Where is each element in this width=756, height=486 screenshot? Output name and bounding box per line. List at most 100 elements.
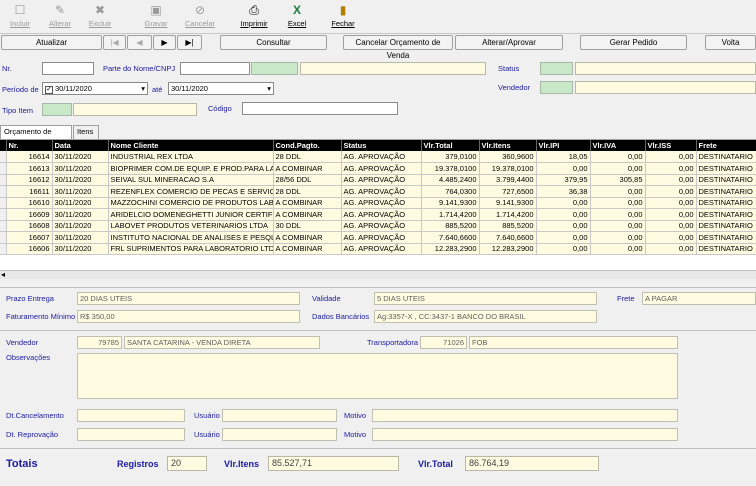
table-cell: 16606 bbox=[6, 243, 53, 255]
nav-prev-button[interactable]: ◀ bbox=[127, 35, 152, 50]
horizontal-scrollbar[interactable]: ◂ bbox=[0, 270, 756, 279]
alterar-button[interactable]: ✎ Alterar bbox=[40, 3, 80, 33]
parte-nome-input[interactable] bbox=[180, 62, 250, 75]
faturamento-field: R$ 350,00 bbox=[77, 310, 300, 323]
fechar-button[interactable]: ▮ Fechar bbox=[323, 3, 363, 33]
imprimir-button[interactable]: ⎙ Imprimir bbox=[234, 3, 274, 33]
faturamento-label: Faturamento Mínimo bbox=[6, 312, 76, 321]
column-header[interactable]: Frete bbox=[696, 140, 756, 151]
table-row[interactable]: 16610 30/11/2020 MAZZOCHINI COMERCIO DE PR… bbox=[0, 197, 756, 209]
vendedor-name-display: SANTA CATARINA - VENDA DIRETA bbox=[124, 336, 320, 349]
registros-value: 20 bbox=[167, 456, 207, 471]
table-row[interactable]: 16609 30/11/2020 ARIDELCIO DOMENEGHETTI JU… bbox=[0, 208, 756, 221]
column-header[interactable]: Status bbox=[341, 140, 422, 151]
column-header[interactable]: Data bbox=[52, 140, 109, 151]
table-cell: 0,00 bbox=[590, 197, 646, 209]
prazo-entrega-label: Prazo Entrega bbox=[6, 294, 54, 303]
table-cell: AG. APROVAÇÃO bbox=[341, 185, 422, 198]
cancelar-orcamento-button[interactable]: Cancelar Orçamento de Venda bbox=[343, 35, 453, 60]
table-cell: 305,85 bbox=[590, 174, 646, 186]
periodo-ate-picker[interactable]: 30/11/2020 ▾ bbox=[168, 82, 274, 95]
codigo-input[interactable] bbox=[242, 102, 398, 115]
excel-button[interactable]: X Excel bbox=[277, 3, 317, 33]
table-row[interactable]: 16607 30/11/2020 INSTITUTO NACIONAL DE ANA… bbox=[0, 231, 756, 244]
table-row[interactable]: 16613 30/11/2020 BIOPRIMER COM.DE EQUIP. E… bbox=[0, 162, 756, 175]
atualizar-button[interactable]: Atualizar bbox=[1, 35, 102, 50]
table-cell: 30/11/2020 bbox=[52, 162, 109, 175]
consultar-button[interactable]: Consultar bbox=[220, 35, 327, 50]
table-cell: 19.378,0100 bbox=[421, 162, 480, 175]
table-cell: MAZZOCHINI COMERCIO DE PRODUTOS LABCA bbox=[108, 197, 274, 209]
excel-icon: X bbox=[292, 3, 301, 17]
table-cell: 3.799,4400 bbox=[479, 174, 537, 186]
table-row[interactable]: 16606 30/11/2020 FRL SUPRIMENTOS PARA LABO… bbox=[0, 243, 756, 255]
column-header[interactable]: Nr. bbox=[6, 140, 53, 151]
table-row[interactable]: 16612 30/11/2020 SEIVAL SUL MINERACAO S.A 2… bbox=[0, 174, 756, 186]
usuario-reprov-field bbox=[222, 428, 337, 441]
column-header[interactable]: Vlr.ISS bbox=[645, 140, 697, 151]
table-cell: 7.640,6600 bbox=[479, 231, 537, 244]
save-icon: ▣ bbox=[150, 3, 162, 17]
tipo-item-code-field[interactable] bbox=[42, 103, 72, 116]
column-header[interactable]: Vlr.Total bbox=[421, 140, 480, 151]
codigo-label: Código bbox=[208, 104, 232, 113]
vendedor-code-field[interactable] bbox=[540, 81, 573, 94]
chevron-down-icon[interactable]: ▾ bbox=[141, 83, 145, 94]
table-cell: 12.283,2900 bbox=[421, 243, 480, 255]
alterar-aprovar-button[interactable]: Alterar/Aprovar bbox=[455, 35, 563, 50]
registros-label: Registros bbox=[117, 459, 159, 469]
table-cell: 0,00 bbox=[645, 162, 697, 175]
table-cell: 30/11/2020 bbox=[52, 185, 109, 198]
transportadora-code-display: 71026 bbox=[420, 336, 467, 349]
table-cell: FRL SUPRIMENTOS PARA LABORATORIO LTDA bbox=[108, 243, 274, 255]
transportadora-name-display: FOB bbox=[469, 336, 678, 349]
column-header[interactable]: Nome Cliente bbox=[108, 140, 274, 151]
table-row[interactable]: 16611 30/11/2020 REZENFLEX COMERCIO DE PEC… bbox=[0, 185, 756, 198]
delete-icon: ✖ bbox=[94, 3, 106, 17]
table-cell: 0,00 bbox=[590, 151, 646, 163]
ate-label: até bbox=[152, 85, 163, 94]
excluir-button[interactable]: ✖ Excluir bbox=[80, 3, 120, 33]
column-header[interactable]: Vlr.IVA bbox=[590, 140, 646, 151]
column-header[interactable]: Vlr.Itens bbox=[479, 140, 537, 151]
table-cell: 0,00 bbox=[536, 197, 591, 209]
scroll-left-icon[interactable]: ◂ bbox=[1, 270, 5, 279]
table-row[interactable]: 16614 30/11/2020 INDUSTRIAL REX LTDA 28 DDL… bbox=[0, 151, 756, 163]
nr-input[interactable] bbox=[42, 62, 94, 75]
gerar-pedido-button[interactable]: Gerar Pedido bbox=[580, 35, 687, 50]
table-cell: 7.640,6600 bbox=[421, 231, 480, 244]
table-cell: A COMBINAR bbox=[273, 197, 342, 209]
table-row[interactable]: 16608 30/11/2020 LABOVET PRODUTOS VETERINA… bbox=[0, 220, 756, 232]
voltar-button[interactable]: Volta bbox=[705, 35, 756, 50]
periodo-checkbox[interactable]: ✓ bbox=[45, 86, 53, 94]
nav-last-button[interactable]: ▶| bbox=[177, 35, 202, 50]
cliente-code-field[interactable] bbox=[251, 62, 298, 75]
table-cell: AG. APROVAÇÃO bbox=[341, 162, 422, 175]
divider bbox=[0, 287, 756, 288]
toolbar: ☐ Incluir ✎ Alterar ✖ Excluir ▣ Gravar ⊘ Canc… bbox=[0, 0, 756, 34]
table-cell: 0,00 bbox=[590, 208, 646, 221]
status-code-field[interactable] bbox=[540, 62, 573, 75]
vendedor-label: Vendedor bbox=[6, 338, 39, 347]
table-cell: 0,00 bbox=[590, 185, 646, 198]
incluir-button[interactable]: ☐ Incluir bbox=[0, 3, 40, 33]
nav-next-button[interactable]: ▶ bbox=[153, 35, 176, 50]
column-header[interactable]: Cond.Pagto. bbox=[273, 140, 342, 151]
chevron-down-icon[interactable]: ▾ bbox=[267, 83, 271, 94]
table-cell: BIOPRIMER COM.DE EQUIP. E PROD.PARA LA bbox=[108, 162, 274, 175]
periodo-de-picker[interactable]: ✓ 30/11/2020 ▾ bbox=[42, 82, 148, 95]
tab-orcamento-venda[interactable]: Orçamento de Venda bbox=[0, 125, 72, 148]
table-cell: ARIDELCIO DOMENEGHETTI JUNIOR CERTIFIA bbox=[108, 208, 274, 221]
table-cell: 727,6500 bbox=[479, 185, 537, 198]
column-header[interactable]: Vlr.IPI bbox=[536, 140, 591, 151]
orcamentos-grid: Nr. Data Nome Cliente Cond.Pagto. Status Vlr.… bbox=[0, 139, 756, 270]
tab-itens[interactable]: Itens bbox=[73, 125, 99, 139]
table-cell: 0,00 bbox=[536, 231, 591, 244]
gravar-button[interactable]: ▣ Gravar bbox=[136, 3, 176, 33]
table-cell: 0,00 bbox=[645, 243, 697, 255]
table-cell: 30/11/2020 bbox=[52, 151, 109, 163]
table-cell: 30 DDL bbox=[273, 220, 342, 232]
nav-first-button[interactable]: |◀ bbox=[103, 35, 126, 50]
cancelar-button[interactable]: ⊘ Cancelar bbox=[180, 3, 220, 33]
table-cell: 0,00 bbox=[590, 220, 646, 232]
